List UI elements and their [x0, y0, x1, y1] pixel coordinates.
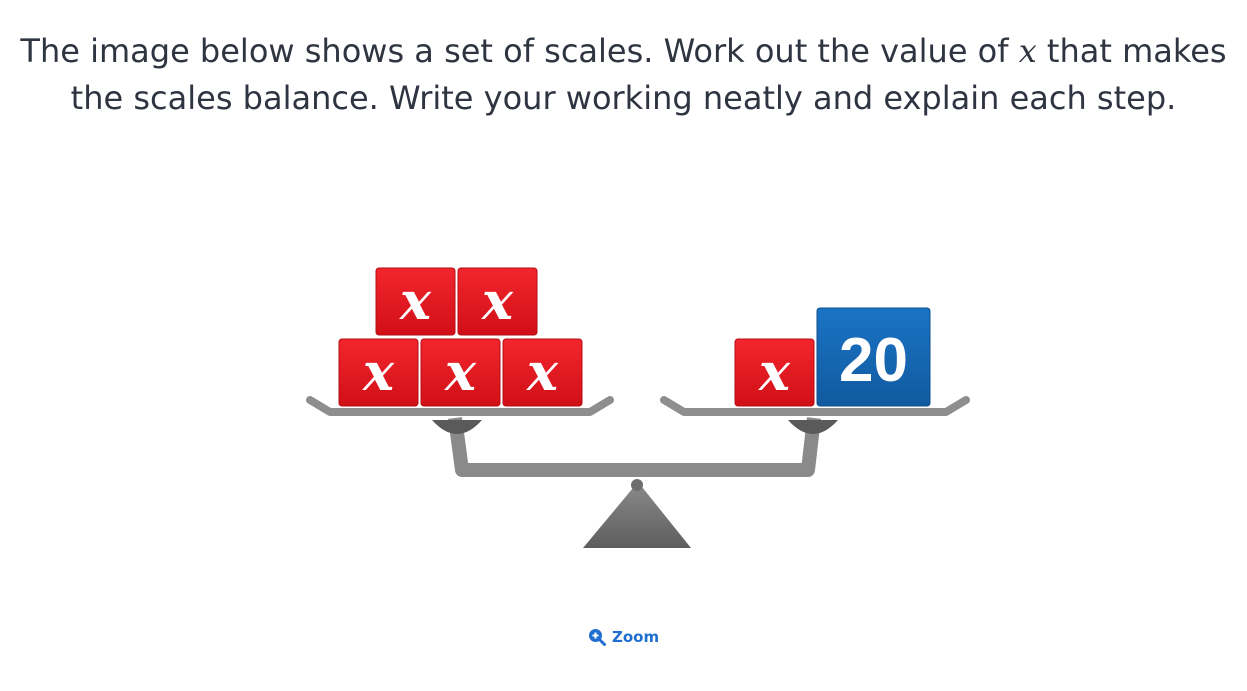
- zoom-label: Zoom: [612, 628, 660, 646]
- x-block: x: [734, 338, 815, 407]
- x-block-label: x: [758, 342, 791, 403]
- question-text-before: The image below shows a set of scales. W…: [20, 32, 1019, 70]
- balance-scale-svg: x x x x x x 20: [306, 267, 970, 548]
- balance-scale-image: x x x x x x 20: [290, 250, 990, 570]
- number-block: 20: [816, 307, 931, 407]
- x-block: x: [502, 338, 583, 407]
- x-block-label: x: [481, 271, 514, 332]
- question-variable: x: [1018, 32, 1037, 70]
- x-block: x: [375, 267, 456, 336]
- x-block: x: [338, 338, 419, 407]
- scale-beam: [448, 417, 821, 477]
- x-block: x: [420, 338, 501, 407]
- question-text: The image below shows a set of scales. W…: [20, 28, 1227, 122]
- left-pan-blocks: x x x x x: [338, 267, 583, 407]
- right-pan-support: [788, 420, 838, 434]
- x-block-label: x: [399, 271, 432, 332]
- number-block-label: 20: [839, 326, 908, 395]
- scale-base: [583, 482, 691, 548]
- x-block-label: x: [526, 342, 559, 403]
- zoom-button[interactable]: Zoom: [588, 626, 659, 648]
- zoom-in-icon: [588, 628, 606, 646]
- x-block: x: [457, 267, 538, 336]
- x-block-label: x: [444, 342, 477, 403]
- x-block-label: x: [362, 342, 395, 403]
- scale-pivot: [631, 479, 643, 491]
- left-pan-support: [432, 420, 482, 434]
- right-pan-blocks: x 20: [734, 307, 931, 407]
